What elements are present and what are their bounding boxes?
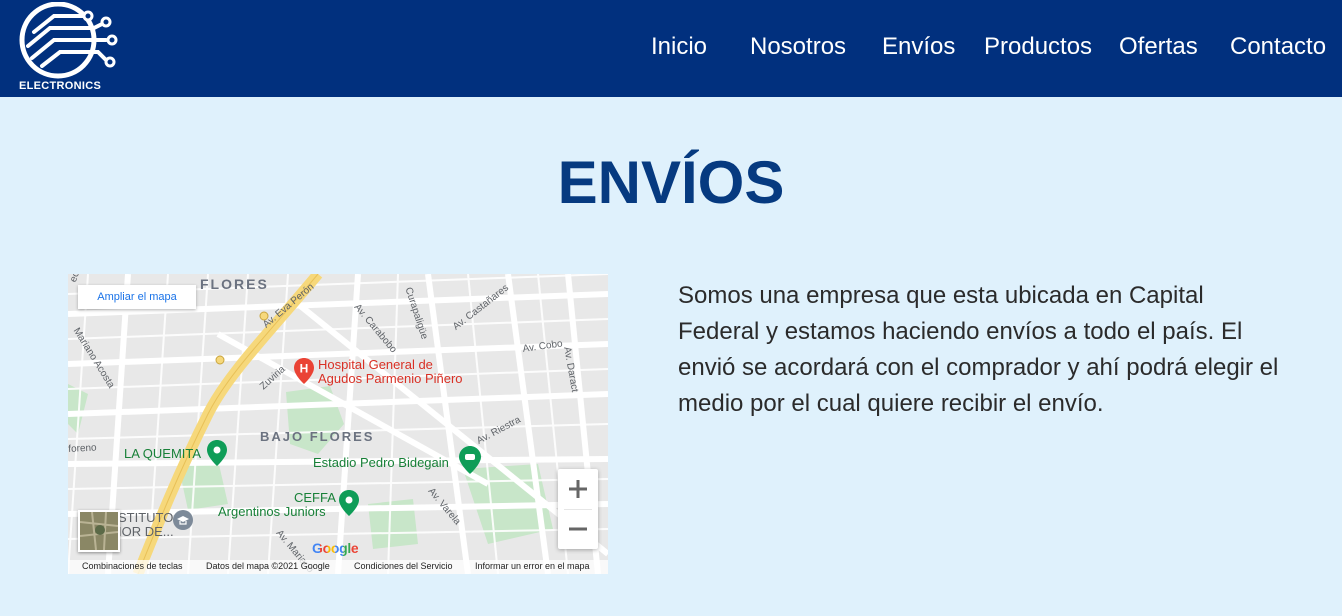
zoom-out-icon — [569, 527, 587, 531]
satellite-thumbnail-icon — [80, 512, 118, 550]
satellite-view-toggle[interactable] — [78, 510, 120, 552]
school-icon[interactable] — [173, 510, 193, 530]
zoom-out-button[interactable] — [558, 509, 598, 549]
place-label-ceffa: CEFFA — [294, 490, 336, 505]
keyboard-shortcuts-link[interactable]: Combinaciones de teclas — [82, 561, 183, 571]
terms-link[interactable]: Condiciones del Servicio — [354, 561, 453, 571]
stadium-marker-icon[interactable] — [459, 446, 481, 474]
svg-text:H: H — [300, 362, 309, 376]
hospital-label-line1: Hospital General de — [318, 357, 433, 372]
brand-name: ELECTRONICS — [19, 80, 102, 92]
nav-productos[interactable]: Productos — [984, 33, 1092, 61]
place-marker-icon[interactable] — [339, 490, 359, 516]
nav-nosotros[interactable]: Nosotros — [750, 33, 846, 61]
street-label: foreno — [68, 442, 97, 455]
hospital-marker-icon[interactable]: H — [294, 358, 314, 384]
google-logo[interactable]: Google — [312, 540, 359, 556]
place-label-instituto-line2: IOR DE... — [118, 524, 174, 539]
nav-inicio[interactable]: Inicio — [651, 33, 707, 61]
map-data-label: Datos del mapa ©2021 Google — [206, 561, 330, 571]
page-title: ENVÍOS — [557, 149, 785, 216]
shipping-description: Somos una empresa que esta ubicada en Ca… — [678, 282, 1279, 417]
site-header: ELECTRONICS Inicio Nosotros Envíos Produ… — [0, 0, 1342, 97]
place-label-argentinos: Argentinos Juniors — [218, 504, 326, 519]
nav-envios[interactable]: Envíos — [882, 33, 955, 61]
enlarge-map-link[interactable]: Ampliar el mapa — [78, 285, 196, 309]
area-label-bajo-flores: BAJO FLORES — [260, 429, 375, 444]
zoom-controls — [558, 469, 598, 549]
logo-circuit-icon — [19, 1, 118, 79]
embedded-map[interactable]: Ampliar el mapa FLORES BAJO FLORES ectri… — [68, 274, 608, 574]
zoom-in-button[interactable] — [558, 469, 598, 509]
hospital-label-line2: Agudos Parmenio Piñero — [318, 371, 463, 386]
report-error-link[interactable]: Informar un error en el mapa — [475, 561, 590, 571]
google-logo-text: Google — [312, 540, 359, 556]
place-marker-icon[interactable] — [207, 440, 227, 466]
zoom-in-icon — [569, 480, 587, 498]
place-label-estadio: Estadio Pedro Bidegain — [313, 455, 449, 470]
nav-ofertas[interactable]: Ofertas — [1119, 33, 1198, 61]
place-label-instituto: STITUTO — [118, 510, 174, 525]
nav-contacto[interactable]: Contacto — [1230, 33, 1326, 61]
place-label-la-quemita: LA QUEMITA — [124, 446, 202, 461]
map-attribution-bar: Combinaciones de teclas Datos del mapa ©… — [68, 560, 608, 574]
area-label-flores: FLORES — [200, 276, 269, 292]
